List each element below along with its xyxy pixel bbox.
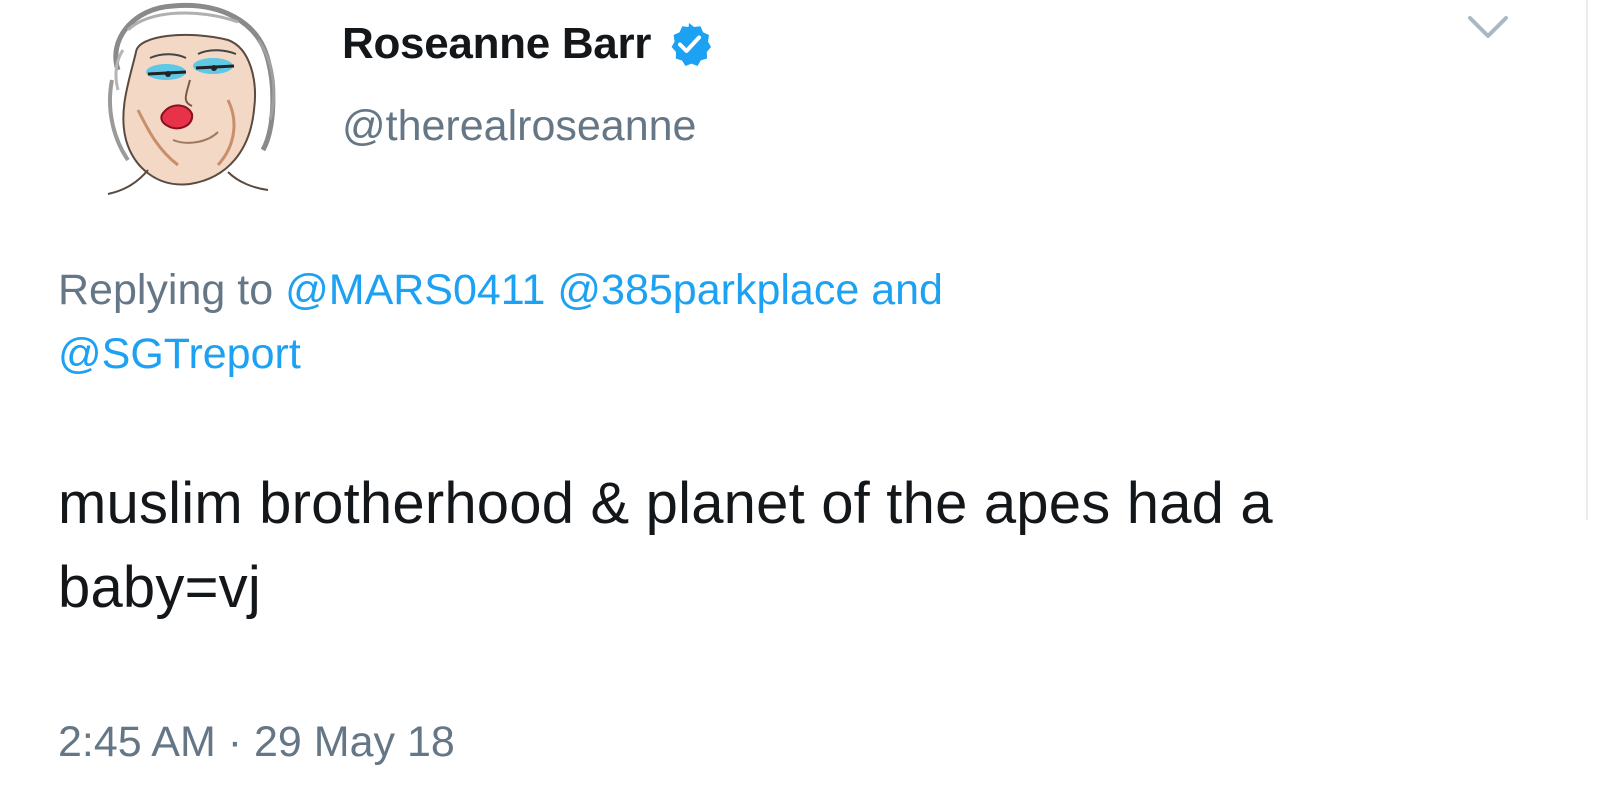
tweet-timestamp[interactable]: 2:45 AM · 29 May 18 — [58, 718, 455, 767]
tweet-text: muslim brotherhood & planet of the apes … — [58, 471, 1273, 620]
timestamp-time: 2:45 AM — [58, 718, 216, 766]
avatar[interactable] — [78, 0, 296, 196]
mention-link[interactable]: @385parkplace — [557, 266, 859, 314]
tweet-card: Roseanne Barr @therealroseanne Replying … — [0, 0, 1600, 800]
timestamp-separator: · — [227, 718, 243, 766]
avatar-sketch-icon — [107, 2, 276, 195]
reply-context: Replying to @MARS0411 @385parkplace and … — [58, 258, 1478, 386]
chevron-down-icon[interactable] — [1464, 8, 1512, 48]
mention-link[interactable]: @MARS0411 — [285, 266, 545, 314]
verified-badge-icon — [665, 20, 713, 68]
author-name-row: Roseanne Barr — [342, 14, 713, 74]
reply-connector[interactable]: and — [871, 266, 943, 314]
author-display-name[interactable]: Roseanne Barr — [342, 19, 651, 69]
scrollbar[interactable] — [1586, 0, 1600, 520]
reply-prefix: Replying to — [58, 266, 274, 314]
author-handle[interactable]: @therealroseanne — [342, 102, 696, 151]
mention-link[interactable]: @SGTreport — [58, 330, 301, 378]
timestamp-date: 29 May 18 — [254, 718, 455, 766]
